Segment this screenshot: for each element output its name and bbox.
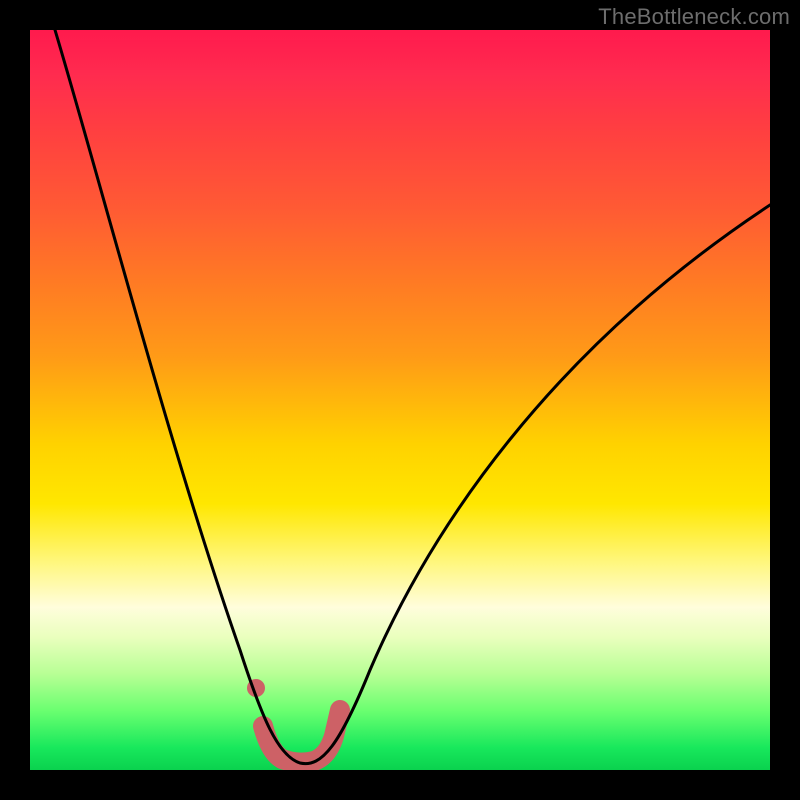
chart-frame: TheBottleneck.com	[0, 0, 800, 800]
bottleneck-curve	[55, 30, 770, 764]
plot-area	[30, 30, 770, 770]
watermark-text: TheBottleneck.com	[598, 4, 790, 30]
highlight-blob	[247, 679, 340, 763]
curves-svg	[30, 30, 770, 770]
